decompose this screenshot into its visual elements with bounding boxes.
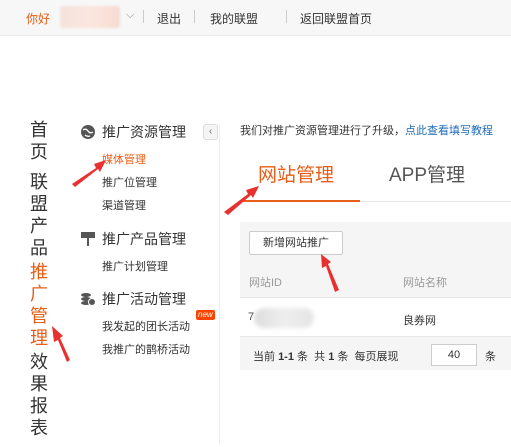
nav-reports[interactable]: 效 果 报 表 [28,352,50,440]
pager-text: 共 [314,351,326,363]
group-resource-manage: 推广资源管理 [80,122,186,142]
divider [240,336,511,337]
pager-unit: 条 [485,351,496,363]
pager-text: 条 [337,351,349,363]
group-activity-manage: 推广活动管理 [80,289,186,309]
nav-char: 效 [30,352,48,373]
nav-char: 品 [30,238,48,259]
greeting-text: 你好 [26,12,51,26]
pager-text: 每页展现 [354,351,399,363]
pager-text: 条 [297,351,309,363]
submenu-plan-manage[interactable]: 推广计划管理 [102,258,168,274]
pager-text: 当前 [253,351,275,363]
nav-char: 报 [30,396,48,417]
submenu-adzone-manage[interactable]: 推广位管理 [102,174,157,190]
flag-icon [81,232,95,246]
username-redacted [60,6,120,28]
divider [286,10,287,23]
tutorial-link[interactable]: 点此查看填写教程 [405,125,493,137]
annotation-arrow [72,160,106,187]
group-title: 推广活动管理 [102,291,186,307]
tab-app-manage[interactable]: APP管理 [389,160,465,187]
nav-char: 推 [30,262,48,283]
my-alliance-link[interactable]: 我的联盟 [210,10,258,27]
notice-text: 我们对推广资源管理进行了升级， [240,125,405,137]
pager-total: 1 [328,351,335,363]
per-page-input[interactable]: 40 [431,344,477,366]
tab-website-manage[interactable]: 网站管理 [258,160,334,187]
nav-char: 联 [30,172,48,193]
collapse-sidebar-button[interactable]: ‹ [203,124,218,140]
group-title: 推广产品管理 [102,231,186,247]
group-title: 推广资源管理 [102,124,186,140]
nav-char: 产 [30,216,48,237]
nav-char: 管 [30,306,48,327]
submenu-channel-manage[interactable]: 渠道管理 [102,197,146,213]
nav-char: 首 [30,120,48,141]
submenu-media-manage[interactable]: 媒体管理 [102,151,146,167]
nav-promo-manage[interactable]: 推 广 管 理 [28,262,50,350]
nav-alliance-products[interactable]: 联 盟 产 品 [28,172,50,260]
back-home-link[interactable]: 返回联盟首页 [300,10,372,27]
nav-char: 理 [30,328,48,349]
new-badge: new [196,310,215,320]
column-header-site-id: 网站ID [249,277,282,289]
pager-range: 1-1 [278,351,294,363]
upgrade-notice: 我们对推广资源管理进行了升级，点此查看填写教程 [240,122,493,138]
active-tab-indicator [240,200,360,202]
column-header-site-name: 网站名称 [403,277,447,289]
add-website-button[interactable]: 新增网站推广 [249,231,343,255]
group-product-manage: 推广产品管理 [80,229,186,249]
chevron-down-icon[interactable]: ⌵ [126,9,134,22]
submenu-my-group-activity[interactable]: 我发起的团长活动 [102,318,190,334]
globe-icon [81,125,95,139]
divider [194,10,195,23]
nav-char: 表 [30,418,48,439]
nav-home[interactable]: 首 页 [28,120,50,164]
annotation-arrow [52,326,70,362]
logout-link[interactable]: 退出 [157,10,181,27]
sidebar-divider [219,124,220,444]
nav-char: 盟 [30,194,48,215]
site-id-redacted [254,308,314,328]
top-bar: 你好 ⌵ 退出 我的联盟 返回联盟首页 [0,0,511,36]
nav-char: 页 [30,142,48,163]
nav-char: 广 [30,284,48,305]
divider [143,10,144,23]
coins-icon [81,293,96,306]
pagination-info: 当前 1-1 条 共 1 条 每页展现 [253,348,399,364]
nav-char: 果 [30,374,48,395]
site-name-cell: 良券网 [403,315,436,327]
submenu-bridge-activity[interactable]: 我推广的鹊桥活动 [102,341,190,357]
